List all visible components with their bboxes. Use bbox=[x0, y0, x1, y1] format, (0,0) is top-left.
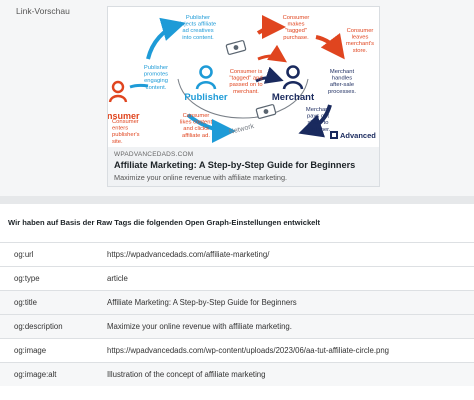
step-consumer-likes: Consumer likes content and clicks affiliate… bbox=[180, 113, 213, 139]
arrow-purchase-to-leave bbox=[315, 33, 345, 60]
link-preview-card[interactable]: Publisher Merchant nsumer Network Advanc… bbox=[107, 6, 380, 187]
table-row: og:image:alt Illustration of the concept… bbox=[0, 362, 474, 386]
card-title: Affiliate Marketing: A Step-by-Step Guid… bbox=[114, 160, 356, 170]
step-consumer-enters: Consumer enters publisher's site. bbox=[112, 119, 140, 145]
arrow-consumer-to-purchase bbox=[256, 15, 286, 40]
step-consumer-tagged-purchase: Consumer makes "tagged" purchase. bbox=[283, 15, 310, 41]
card-description: Maximize your online revenue with affili… bbox=[114, 173, 288, 182]
step-consumer-leaves: Consumer leaves merchant's store. bbox=[346, 28, 374, 54]
consumer-icon bbox=[108, 80, 128, 103]
step-merchant-pays: Merchant pays out share to publisher. bbox=[306, 107, 331, 133]
card-text: WPADVANCEDADS.COM Affiliate Marketing: A… bbox=[108, 147, 379, 187]
og-value: Maximize your online revenue with affili… bbox=[107, 322, 292, 331]
preview-image: Publisher Merchant nsumer Network Advanc… bbox=[108, 7, 379, 147]
preview-section: Link-Vorschau Publisher Merchant nsumer … bbox=[0, 0, 474, 196]
advanced-ads-logo: Advanced bbox=[330, 131, 376, 140]
affiliate-diagram: Publisher Merchant nsumer Network Advanc… bbox=[108, 15, 376, 145]
og-value: https://wpadvancedads.com/wp-content/upl… bbox=[107, 346, 390, 355]
og-key: og:type bbox=[14, 274, 40, 283]
table-row: og:description Maximize your online reve… bbox=[0, 314, 474, 338]
step-publisher-injects: Publisher injects affiliate ad creatives in… bbox=[180, 15, 216, 41]
og-key: og:url bbox=[14, 250, 34, 259]
og-value: article bbox=[107, 274, 128, 283]
arrow-network-to-merchant bbox=[257, 44, 287, 63]
publisher-icon bbox=[195, 65, 217, 90]
publisher-label: Publisher bbox=[184, 92, 228, 103]
table-row: og:title Affiliate Marketing: A Step-by-… bbox=[0, 290, 474, 314]
card-domain: WPADVANCEDADS.COM bbox=[114, 151, 194, 158]
og-value: Illustration of the concept of affiliate… bbox=[107, 370, 266, 379]
money-icon-top bbox=[225, 40, 247, 55]
og-section-heading: Wir haben auf Basis der Raw Tags die fol… bbox=[8, 218, 321, 227]
table-row: og:type article bbox=[0, 266, 474, 290]
network-label: Network bbox=[228, 123, 255, 136]
merchant-icon bbox=[282, 65, 304, 90]
step-publisher-promotes: Publisher promotes engaging content. bbox=[144, 65, 168, 91]
table-row: og:image https://wpadvancedads.com/wp-co… bbox=[0, 338, 474, 362]
og-value: https://wpadvancedads.com/affiliate-mark… bbox=[107, 250, 270, 259]
step-consumer-tagged-passed: Consumer is "tagged" and passed on to merch… bbox=[229, 69, 262, 95]
og-key: og:description bbox=[14, 322, 63, 331]
og-key: og:title bbox=[14, 298, 37, 307]
money-icon-bottom bbox=[255, 104, 277, 119]
og-key: og:image:alt bbox=[14, 370, 57, 379]
section-divider bbox=[0, 196, 474, 204]
svg-text:Advanced: Advanced bbox=[340, 131, 376, 140]
og-key: og:image bbox=[14, 346, 47, 355]
arrow-publisher-to-content bbox=[146, 17, 186, 60]
preview-label: Link-Vorschau bbox=[16, 6, 70, 16]
og-value: Affiliate Marketing: A Step-by-Step Guid… bbox=[107, 298, 297, 307]
step-merchant-handles: Merchant handles after-sale processes. bbox=[328, 69, 356, 95]
table-row: og:url https://wpadvancedads.com/affilia… bbox=[0, 242, 474, 266]
merchant-label: Merchant bbox=[272, 92, 315, 103]
og-table: og:url https://wpadvancedads.com/affilia… bbox=[0, 242, 474, 386]
og-settings-section: Wir haben auf Basis der Raw Tags die fol… bbox=[0, 204, 474, 400]
